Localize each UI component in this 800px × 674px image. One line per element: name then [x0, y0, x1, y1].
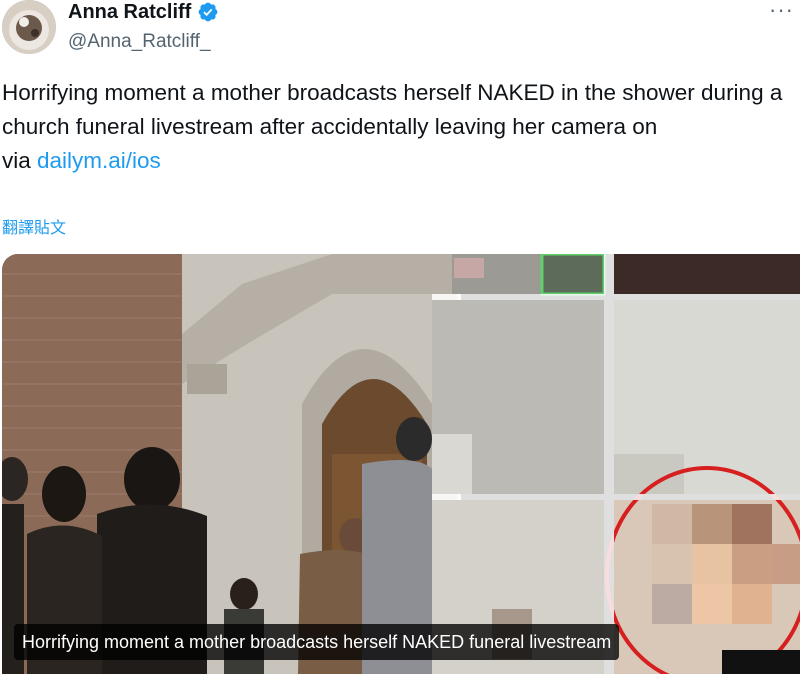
tweet-via-line: via dailym.ai/ios — [2, 144, 792, 178]
media-image — [2, 254, 800, 674]
author-display-name[interactable]: Anna Ratcliff — [68, 0, 191, 24]
tweet-link[interactable]: dailym.ai/ios — [37, 148, 161, 173]
via-prefix: via — [2, 148, 38, 173]
author-name-row[interactable]: Anna Ratcliff — [68, 0, 219, 24]
more-options-icon[interactable]: ··· — [769, 0, 794, 21]
verified-badge-icon — [198, 2, 218, 22]
tweet-body: Horrifying moment a mother broadcasts he… — [2, 80, 783, 139]
avatar-image — [2, 0, 56, 54]
author-handle[interactable]: @Anna_Ratcliff_ — [68, 30, 211, 54]
media-caption: Horrifying moment a mother broadcasts he… — [14, 624, 620, 660]
tweet-media[interactable] — [2, 254, 800, 674]
translate-post-link[interactable]: 翻譯貼文 — [2, 214, 66, 238]
tweet-text: Horrifying moment a mother broadcasts he… — [2, 76, 792, 178]
avatar[interactable] — [2, 0, 56, 54]
